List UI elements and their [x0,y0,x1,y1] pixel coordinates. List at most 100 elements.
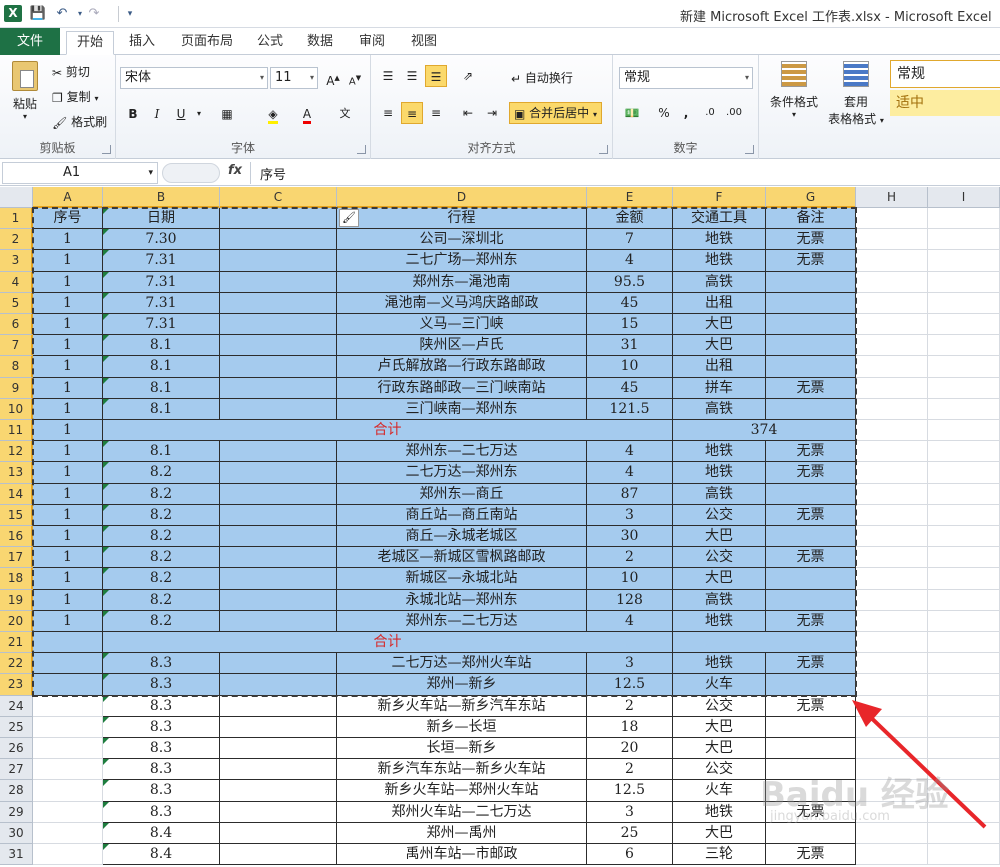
formula-separator [250,162,251,184]
formula-input[interactable]: 序号 [260,164,286,183]
conditional-format-button[interactable]: 条件格式 ▾ [763,61,825,119]
style-neutral[interactable]: 适中 [890,90,1000,116]
align-left-icon[interactable]: ≡ [377,102,399,124]
tab-data[interactable]: 数据 [298,31,342,55]
tab-formulas[interactable]: 公式 [248,31,292,55]
alignment-launcher-icon[interactable] [599,145,608,154]
conditional-format-icon [781,61,807,87]
styles-group: 条件格式 ▾ 套用 表格格式 ▾ 常规 适中 [759,55,1000,159]
conditional-format-label: 条件格式 [769,95,818,109]
decrease-indent-icon[interactable]: ⇤ [457,102,479,124]
name-box-dropdown-icon: ▾ [148,168,153,178]
underline-dropdown-icon[interactable]: ▾ [188,103,210,125]
paste-button[interactable]: 粘贴 ▾ [6,61,44,121]
merge-dropdown-icon: ▾ [593,110,598,119]
paste-dropdown-icon[interactable]: ▾ [6,112,44,121]
wrap-text-label: 自动换行 [524,71,573,85]
align-center-icon[interactable]: ≡ [401,102,423,124]
font-size-value: 11 [275,70,292,85]
number-group-label: 数字 [673,141,698,155]
format-table-label-2-wrap: 表格格式 ▾ [821,110,891,127]
wrap-text-icon: ↵ [511,71,522,86]
paste-icon [12,61,38,91]
decrease-decimal-icon[interactable]: .00 [723,102,745,124]
font-group: 宋体 ▾ 11 ▾ A▲ A▼ B I U ▾ ▦ ◈ A 文 字体 [116,55,371,159]
cut-button[interactable]: ✂ 剪切 [52,63,90,80]
font-name-dropdown-icon: ▾ [259,73,264,82]
wrap-text-button[interactable]: ↵ 自动换行 [511,69,573,86]
currency-icon[interactable]: 💵 [621,102,643,124]
tab-insert[interactable]: 插入 [120,31,164,55]
align-middle-icon[interactable]: ☰ [401,65,423,87]
number-format-value: 常规 [624,70,651,85]
qa-separator [118,6,119,22]
customize-qa-icon[interactable]: ▾ [120,4,140,24]
format-painter-button[interactable]: 🖌 格式刷 [52,113,107,130]
fill-color-icon[interactable]: ◈ [262,103,284,125]
tab-review[interactable]: 审阅 [350,31,394,55]
watermark-sub: jingyan.baidu.com [770,809,890,824]
copy-label: 复制 [66,90,91,104]
phonetic-icon[interactable]: 文 [334,103,356,125]
brush-icon: 🖌 [52,115,68,130]
insert-function-icon[interactable]: fx [228,163,242,178]
percent-button[interactable]: % [653,102,675,124]
paste-label: 粘贴 [12,97,37,111]
formula-bar: A1 ▾ fx 序号 [0,160,1000,186]
font-name-combo[interactable]: 宋体 ▾ [120,67,268,89]
redo-icon[interactable]: ↷ [84,4,104,24]
ribbon-home: 粘贴 ▾ ✂ 剪切 ❐ 复制 ▾ 🖌 格式刷 剪贴板 宋体 ▾ 11 ▾ A▲ A▼… [0,55,1000,159]
conditional-dropdown-icon: ▾ [791,110,796,119]
merge-icon: ▣ [514,106,526,121]
title-bar: X 💾 ↶ ▾ ↷ ▾ 新建 Microsoft Excel 工作表.xlsx … [0,0,1000,28]
font-name-value: 宋体 [125,70,152,85]
font-size-dropdown-icon: ▾ [309,73,314,82]
number-group: 常规 ▾ 💵 % , .0 .00 数字 [613,55,759,159]
number-format-combo[interactable]: 常规 ▾ [619,67,753,89]
format-as-table-button[interactable]: 套用 表格格式 ▾ [821,61,891,127]
save-icon[interactable]: 💾 [28,4,48,24]
ribbon-tabs: 文件 开始 插入 页面布局 公式 数据 审阅 视图 [0,28,1000,55]
scissors-icon: ✂ [52,65,63,80]
bold-button[interactable]: B [122,103,144,125]
increase-indent-icon[interactable]: ⇥ [481,102,503,124]
comma-button[interactable]: , [675,102,697,124]
font-size-combo[interactable]: 11 ▾ [270,67,318,89]
undo-icon[interactable]: ↶ [52,4,72,24]
align-bottom-icon[interactable]: ☰ [425,65,447,87]
clipboard-group-label: 剪贴板 [39,141,76,155]
grow-font-icon[interactable]: A▲ [322,67,344,89]
alignment-group-label: 对齐方式 [467,141,516,155]
font-color-icon[interactable]: A [296,103,318,125]
number-launcher-icon[interactable] [745,145,754,154]
font-group-label: 字体 [230,141,255,155]
tab-page-layout[interactable]: 页面布局 [172,31,242,55]
increase-decimal-icon[interactable]: .0 [699,102,721,124]
name-box[interactable]: A1 ▾ [2,162,158,184]
formula-controls [162,163,220,183]
italic-button[interactable]: I [146,103,168,125]
copy-dropdown-icon: ▾ [94,94,99,103]
borders-icon[interactable]: ▦ [216,103,238,125]
tab-view[interactable]: 视图 [402,31,446,55]
worksheet-grid[interactable]: ABCDEFGHI 1 序号 日期 行程 金额 交通工具 备注 2 1 7.30 公司—深圳北 7 地铁… [0,187,1000,867]
merge-center-button[interactable]: ▣ 合并后居中 ▾ [509,102,603,124]
align-top-icon[interactable]: ☰ [377,65,399,87]
shrink-font-icon[interactable]: A▼ [344,67,366,89]
excel-app-icon[interactable]: X [4,5,22,22]
format-table-label-1: 套用 [843,95,868,109]
tab-file[interactable]: 文件 [0,28,60,55]
orientation-icon[interactable]: ⇗ [457,65,479,87]
font-launcher-icon[interactable] [357,145,366,154]
alignment-group: ☰ ☰ ☰ ⇗ ↵ 自动换行 ≡ ≡ ≡ ⇤ ⇥ ▣ 合并后居中 ▾ 对齐方式 [371,55,613,159]
format-table-dropdown-icon: ▾ [879,116,884,125]
copy-button[interactable]: ❐ 复制 ▾ [52,88,98,105]
clipboard-launcher-icon[interactable] [102,145,111,154]
red-arrow-annotation [852,700,987,829]
window-title: 新建 Microsoft Excel 工作表.xlsx - Microsoft … [680,10,992,25]
style-normal[interactable]: 常规 [890,60,1000,88]
table-format-icon [843,61,869,87]
tab-home[interactable]: 开始 [66,31,114,55]
name-box-value: A1 [63,165,81,180]
align-right-icon[interactable]: ≡ [425,102,447,124]
